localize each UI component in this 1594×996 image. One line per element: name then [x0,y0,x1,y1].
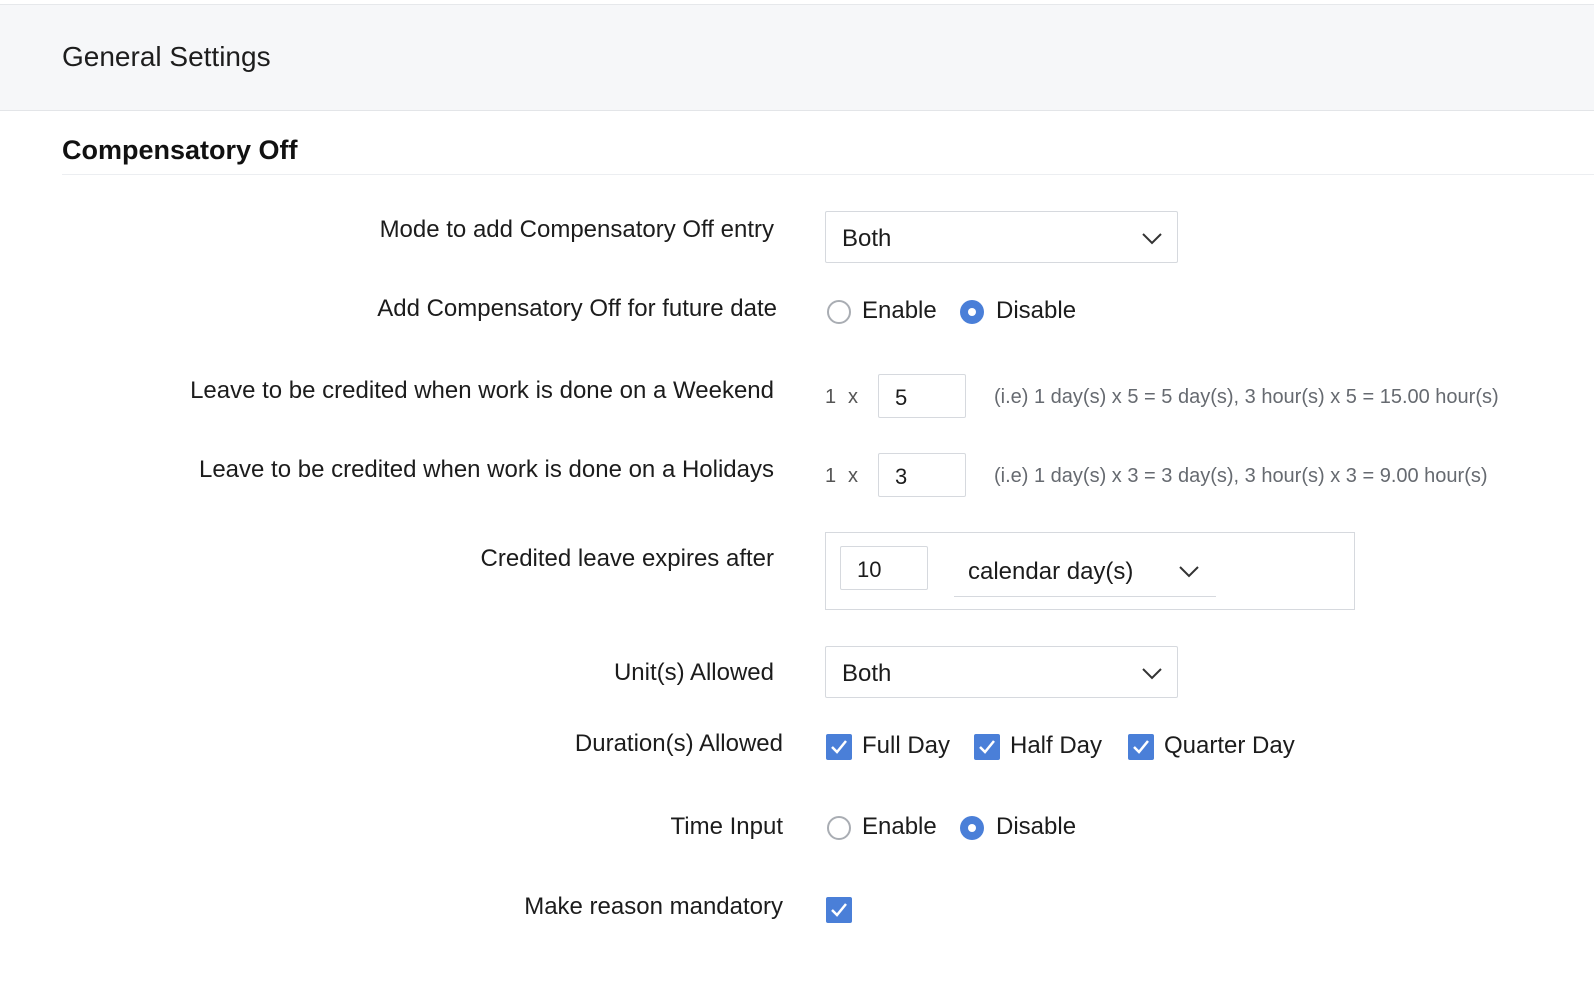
half-day-checkbox[interactable] [974,734,1000,760]
quarter-day-checkbox[interactable] [1128,734,1154,760]
units-select[interactable]: Both [825,646,1178,698]
mode-label: Mode to add Compensatory Off entry [379,216,774,243]
holidays-base: 1 [825,465,837,487]
chevron-down-icon [1142,668,1162,680]
weekend-credit-label: Leave to be credited when work is done o… [190,377,774,404]
expires-value: 10 [857,557,882,582]
future-date-label: Add Compensatory Off for future date [377,295,777,322]
holidays-credit-label: Leave to be credited when work is done o… [198,456,774,483]
weekend-times: x [848,386,858,408]
time-input-enable-radio[interactable] [827,816,851,840]
reason-mandatory-label: Make reason mandatory [524,893,783,920]
full-day-checkbox[interactable] [826,734,852,760]
future-date-disable-label[interactable]: Disable [996,297,1076,325]
future-date-disable-radio[interactable] [960,300,984,324]
holidays-multiplier-input[interactable]: 3 [878,453,966,497]
checkmark-icon [1133,740,1149,754]
mode-select[interactable]: Both [825,211,1178,263]
page-title: General Settings [62,41,271,72]
page-header: General Settings [0,5,1594,111]
holidays-times: x [848,465,858,487]
weekend-base: 1 [825,386,837,408]
chevron-down-icon [1179,566,1199,578]
durations-label: Duration(s) Allowed [574,730,783,757]
holidays-multiplier-value: 3 [895,464,908,489]
time-input-enable-label[interactable]: Enable [862,813,937,841]
mode-select-value: Both [842,225,892,252]
time-input-disable-label[interactable]: Disable [996,813,1076,841]
reason-mandatory-checkbox[interactable] [826,897,852,923]
expires-unit-value: calendar day(s) [968,558,1134,585]
time-input-disable-radio[interactable] [960,816,984,840]
section-divider [62,174,1594,175]
quarter-day-label[interactable]: Quarter Day [1164,732,1295,760]
future-date-enable-label[interactable]: Enable [862,297,937,325]
half-day-label[interactable]: Half Day [1010,732,1102,760]
checkmark-icon [831,740,847,754]
holidays-hint: (i.e) 1 day(s) x 3 = 3 day(s), 3 hour(s)… [994,465,1488,487]
time-input-label: Time Input [670,813,784,840]
expires-unit-select[interactable]: calendar day(s) [954,548,1216,597]
expires-value-input[interactable]: 10 [840,546,928,590]
units-select-value: Both [842,660,892,687]
section-title: Compensatory Off [62,135,298,165]
chevron-down-icon [1142,233,1162,245]
weekend-multiplier-value: 5 [895,385,908,410]
full-day-label[interactable]: Full Day [862,732,950,760]
checkmark-icon [979,740,995,754]
weekend-multiplier-input[interactable]: 5 [878,374,966,418]
checkmark-icon [831,903,847,917]
future-date-enable-radio[interactable] [827,300,851,324]
expires-label: Credited leave expires after [480,545,774,572]
weekend-hint: (i.e) 1 day(s) x 5 = 5 day(s), 3 hour(s)… [994,386,1499,408]
units-label: Unit(s) Allowed [613,659,774,686]
